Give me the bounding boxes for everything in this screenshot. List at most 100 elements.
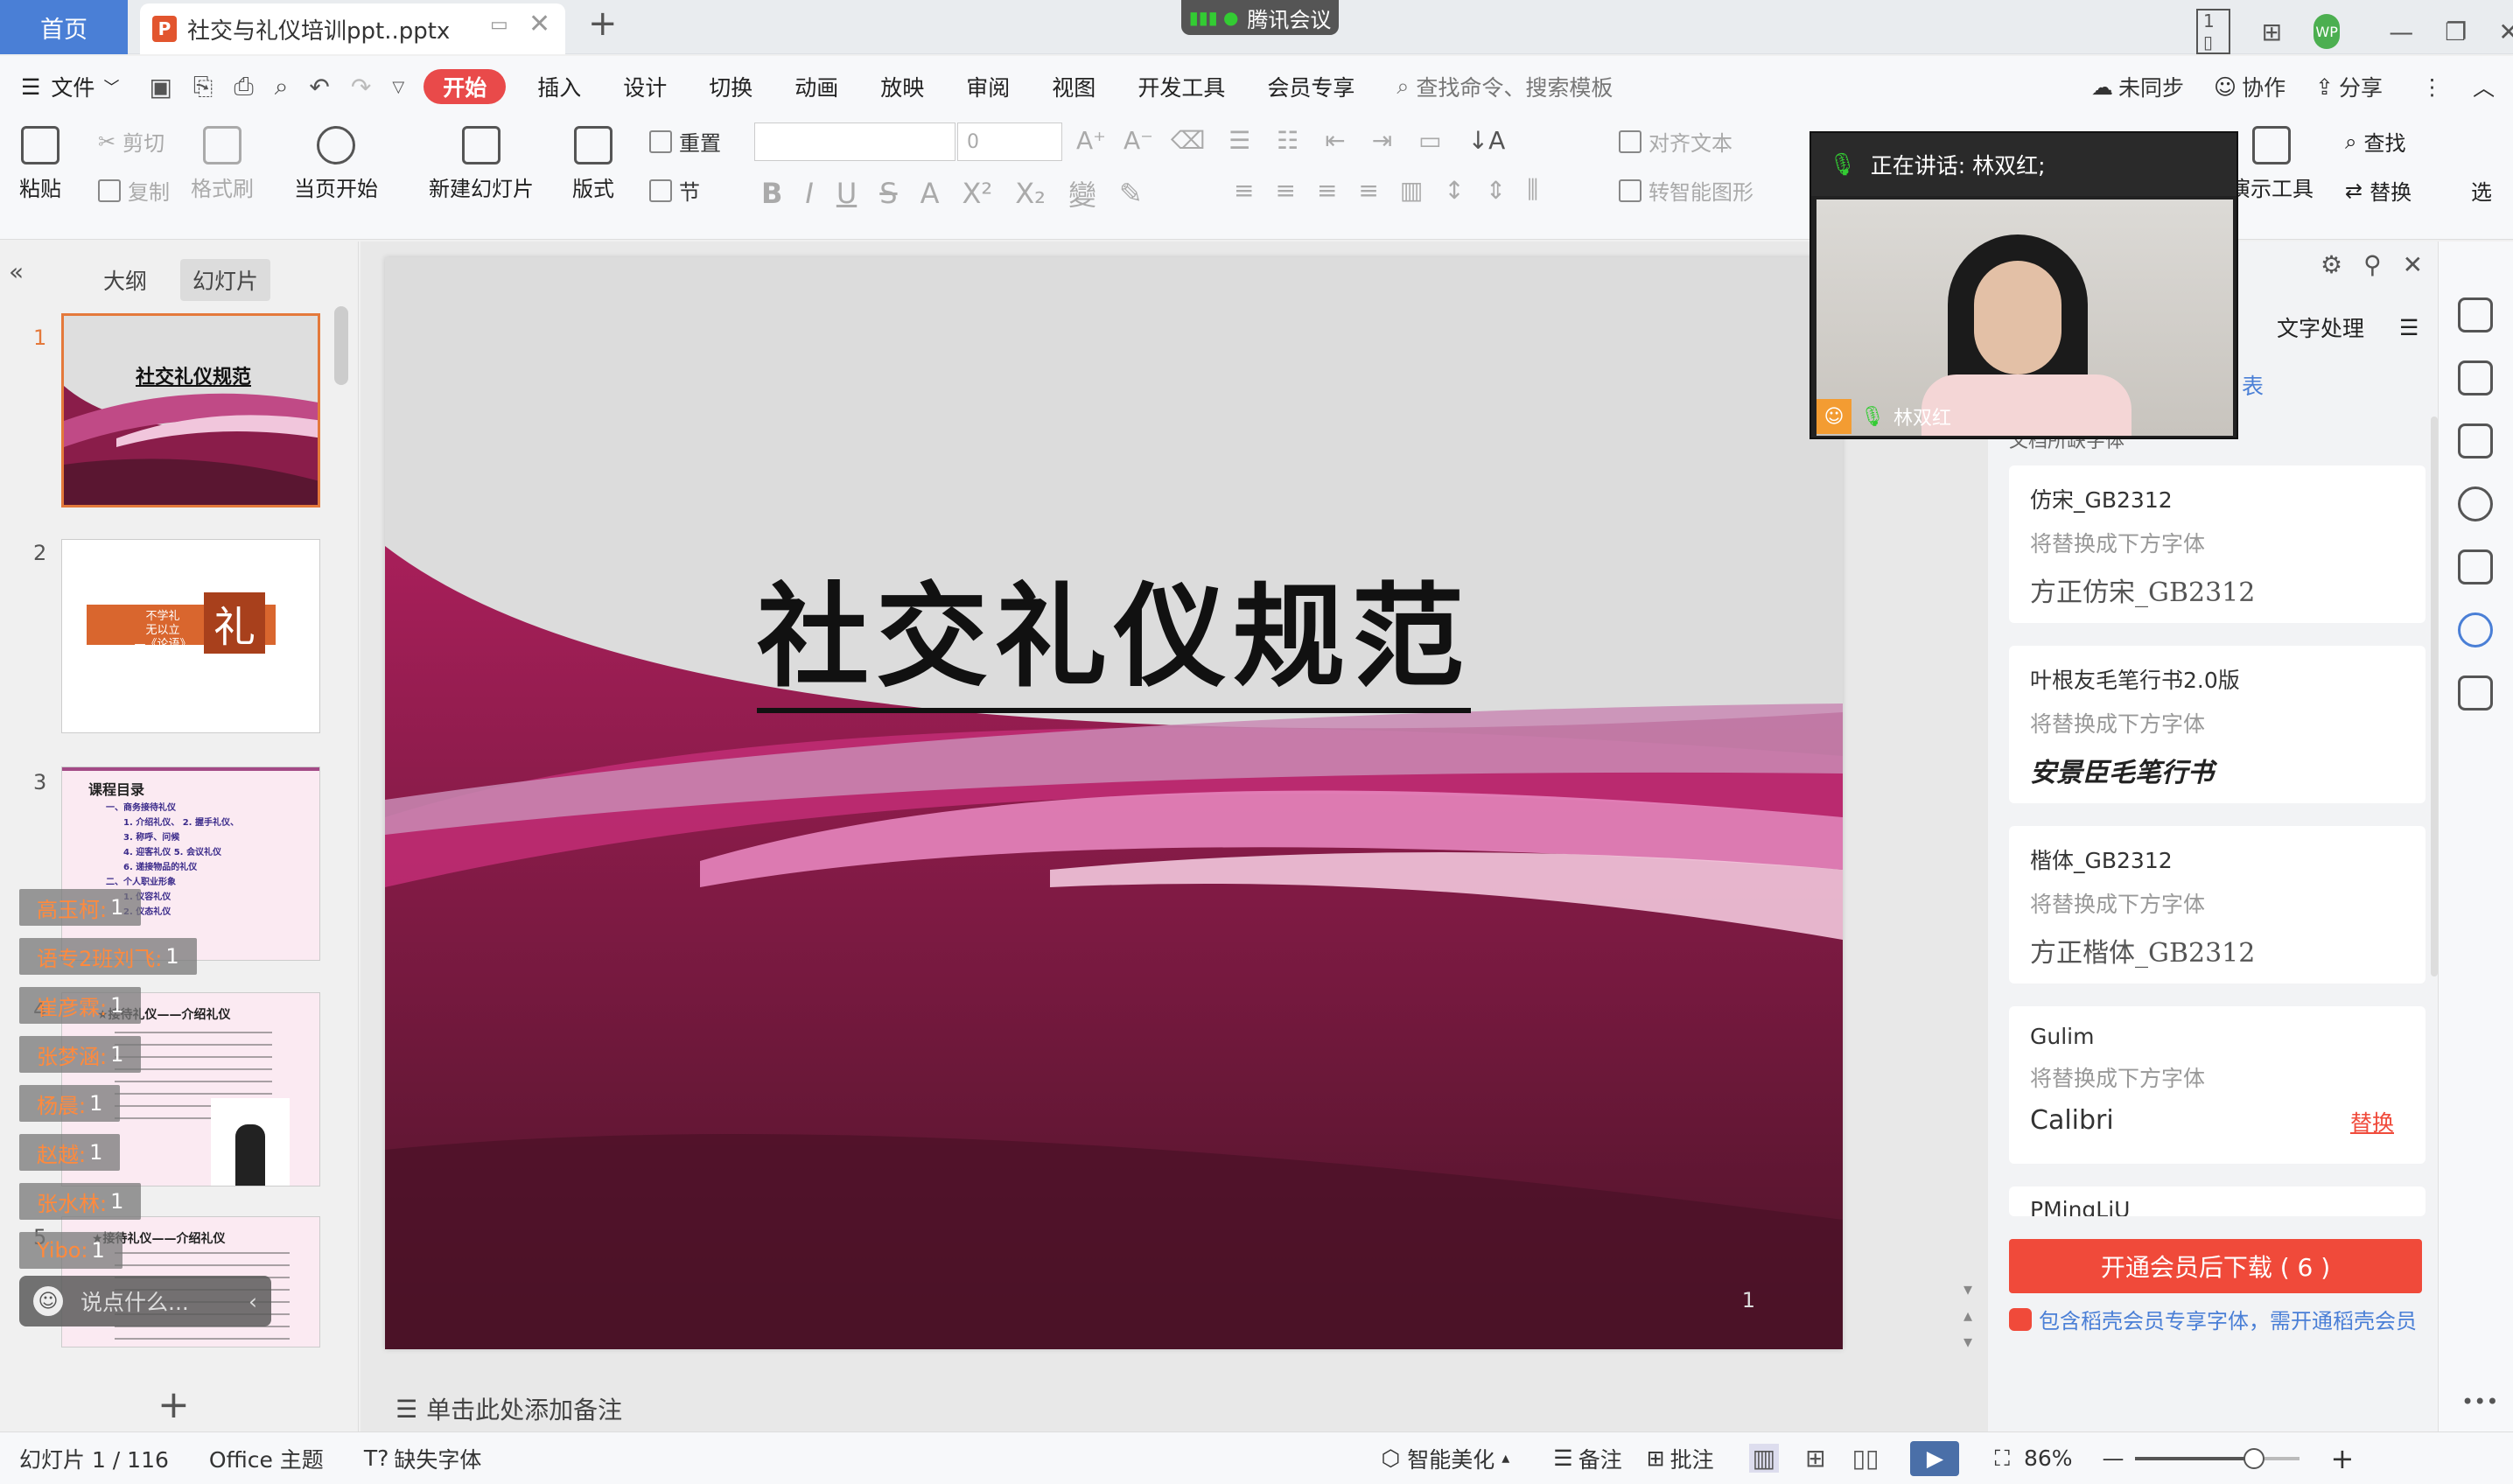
preview-icon[interactable]: ⌕ bbox=[275, 72, 289, 102]
highlight-icon[interactable]: ✎ bbox=[1119, 177, 1143, 210]
fit-window-icon[interactable]: ⛶ bbox=[1994, 1446, 2010, 1472]
more-quick-icon[interactable]: ▽ bbox=[392, 78, 404, 96]
justify-icon[interactable]: ≡ bbox=[1358, 176, 1378, 205]
slide-canvas[interactable]: 社交礼仪规范 1 bbox=[385, 257, 1843, 1349]
pin-icon[interactable]: ⚲ bbox=[2363, 250, 2382, 279]
distribute-icon[interactable]: ▥ bbox=[1400, 176, 1423, 205]
new-tab-icon[interactable]: + bbox=[588, 4, 618, 44]
bullet-list-icon[interactable]: ☰ bbox=[1228, 126, 1250, 155]
cut-button[interactable]: ✂ 剪切 bbox=[98, 126, 164, 157]
tab-document[interactable]: P 社交与礼仪培训ppt..pptx ▭ ✕ bbox=[140, 4, 565, 54]
indent-icon[interactable]: ⇥ bbox=[1372, 126, 1392, 155]
grid-icon[interactable]: ⊞ bbox=[2262, 18, 2282, 46]
play-slideshow-button[interactable]: ▶ bbox=[1910, 1440, 1960, 1476]
zoom-in-icon[interactable]: + bbox=[2331, 1442, 2355, 1475]
select-button[interactable]: 选 bbox=[2471, 175, 2492, 206]
tab-window-icon[interactable]: ▭ bbox=[490, 14, 508, 36]
menu-developer[interactable]: 开发工具 bbox=[1116, 56, 1246, 117]
slide-scroll-buttons[interactable]: ▾ ▴ ▾ bbox=[1964, 1276, 1972, 1354]
font-icon[interactable] bbox=[2458, 612, 2493, 648]
superscript-icon[interactable]: X² bbox=[962, 177, 992, 210]
avatar[interactable]: WP bbox=[2314, 14, 2341, 49]
command-search[interactable]: ⌕ 查找命令、搜索模板 bbox=[1376, 56, 1634, 117]
smart-beautify-button[interactable]: ⬡ 智能美化 ▴ bbox=[1381, 1443, 1509, 1474]
outdent-icon[interactable]: ⇤ bbox=[1325, 126, 1345, 155]
menu-insert[interactable]: 插入 bbox=[516, 56, 602, 117]
close-window-icon[interactable]: ✕ bbox=[2498, 18, 2513, 46]
notes-button[interactable]: ☰ 备注 bbox=[1553, 1443, 1621, 1474]
reset-button[interactable]: 重置 bbox=[649, 126, 721, 157]
align-text-button[interactable]: 对齐文本 bbox=[1619, 126, 1732, 157]
settings-icon[interactable]: ⚙ bbox=[2320, 250, 2342, 279]
align-right-icon[interactable]: ≡ bbox=[1317, 176, 1337, 205]
meeting-video-window[interactable]: 🎙 正在讲话: 林双红; ☺ 🎙 林双红 bbox=[1810, 131, 2238, 439]
align-center-icon[interactable]: ≡ bbox=[1275, 176, 1295, 205]
format-painter-button[interactable]: 格式刷 bbox=[191, 126, 254, 202]
collapse-chat-icon[interactable]: ‹ bbox=[248, 1289, 257, 1314]
font-card[interactable]: 仿宋_GB2312 将替换成下方字体 方正仿宋_GB2312 bbox=[2009, 466, 2426, 623]
undo-icon[interactable]: ↶ bbox=[309, 73, 329, 102]
increase-font-icon[interactable]: A⁺ bbox=[1076, 126, 1106, 155]
sync-status[interactable]: ☁ 未同步 bbox=[2091, 71, 2184, 102]
underline-icon[interactable]: U bbox=[836, 177, 857, 210]
play-current-button[interactable]: 当页开始 bbox=[294, 126, 378, 202]
menu-member[interactable]: 会员专享 bbox=[1246, 56, 1376, 117]
paste-button[interactable]: 粘贴 bbox=[19, 126, 61, 202]
panel-scrollbar[interactable] bbox=[2431, 416, 2438, 976]
font-family-select[interactable] bbox=[754, 122, 956, 161]
collapse-panel-icon[interactable]: « bbox=[9, 257, 24, 286]
font-card[interactable]: PMingLiU bbox=[2009, 1186, 2426, 1216]
panel-menu-icon[interactable]: ☰ bbox=[2399, 315, 2418, 340]
reading-view-icon[interactable]: ▯▯ bbox=[1852, 1444, 1880, 1473]
zoom-slider-handle[interactable] bbox=[2243, 1447, 2264, 1469]
thumb-scrollbar[interactable] bbox=[334, 306, 348, 385]
close-panel-icon[interactable]: ✕ bbox=[2403, 250, 2423, 279]
menu-view[interactable]: 视图 bbox=[1031, 56, 1116, 117]
zoom-slider[interactable] bbox=[2134, 1447, 2264, 1469]
numbered-list-icon[interactable]: ☷ bbox=[1277, 126, 1298, 155]
slide-title[interactable]: 社交礼仪规范 bbox=[385, 546, 1843, 713]
presenter-tools-button[interactable]: 演示工具 bbox=[2230, 126, 2314, 202]
font-size-select[interactable]: 0 bbox=[957, 122, 1062, 161]
redo-icon[interactable]: ↷ bbox=[351, 73, 371, 102]
tab-slides[interactable]: 幻灯片 bbox=[180, 259, 271, 301]
line-spacing-icon[interactable]: ↕ bbox=[1444, 176, 1464, 205]
book-icon[interactable] bbox=[2458, 676, 2493, 710]
animation-icon[interactable] bbox=[2458, 424, 2493, 458]
member-download-button[interactable]: 开通会员后下载 ( 6 ) bbox=[2009, 1239, 2422, 1293]
slide-thumbnail-1[interactable]: 社交礼仪规范 bbox=[61, 313, 320, 508]
partial-tab-label[interactable]: 表 bbox=[2242, 369, 2264, 401]
subscript-icon[interactable]: X₂ bbox=[1015, 177, 1046, 210]
align-left-icon[interactable]: ≡ bbox=[1234, 176, 1254, 205]
font-color-icon[interactable]: A bbox=[920, 177, 940, 210]
collaborate-button[interactable]: ☺ 协作 bbox=[2214, 71, 2286, 102]
close-tab-icon[interactable]: ✕ bbox=[528, 9, 550, 39]
phonetic-icon[interactable]: 變 bbox=[1068, 173, 1096, 214]
font-card[interactable]: 楷体_GB2312 将替换成下方字体 方正楷体_GB2312 bbox=[2009, 826, 2426, 984]
strikethrough-icon[interactable]: S bbox=[879, 177, 897, 210]
para-spacing-icon[interactable]: ⇕ bbox=[1486, 176, 1506, 205]
notes-area[interactable]: ☰ 单击此处添加备注 bbox=[360, 1386, 1988, 1432]
tab-outline[interactable]: 大纲 bbox=[91, 259, 159, 301]
columns-icon[interactable]: ⫼ bbox=[1527, 175, 1538, 205]
chat-input[interactable]: ☺ 说点什么... ‹ bbox=[19, 1276, 271, 1326]
adjust-icon[interactable] bbox=[2458, 298, 2493, 332]
normal-view-icon[interactable]: ▥ bbox=[1748, 1444, 1780, 1473]
eraser-icon[interactable]: ⌫ bbox=[1171, 126, 1206, 155]
layout-icon[interactable]: 1 ▯ bbox=[2196, 9, 2230, 54]
more-options-icon[interactable]: ⋮ bbox=[2421, 74, 2443, 100]
comments-button[interactable]: ⊞ 批注 bbox=[1647, 1443, 1714, 1474]
save-icon[interactable]: ▣ bbox=[149, 73, 172, 102]
menu-review[interactable]: 审阅 bbox=[945, 56, 1031, 117]
slide-thumbnail-2[interactable]: 不学礼 无以立 —《论语》 礼 bbox=[61, 539, 320, 733]
menu-transition[interactable]: 切换 bbox=[688, 56, 774, 117]
theme-name[interactable]: Office 主题 bbox=[209, 1443, 324, 1474]
help-icon[interactable] bbox=[2458, 486, 2493, 522]
sorter-view-icon[interactable]: ⊞ bbox=[1805, 1444, 1825, 1473]
text-box-icon[interactable]: ▭ bbox=[1418, 126, 1441, 155]
export-icon[interactable]: ⎘ bbox=[193, 72, 213, 102]
emoji-icon[interactable]: ☺ bbox=[33, 1286, 63, 1316]
layout-button[interactable]: 版式 bbox=[572, 126, 614, 202]
replace-font-link[interactable]: 替换 bbox=[2350, 1106, 2394, 1138]
ai-icon[interactable] bbox=[2458, 550, 2493, 584]
